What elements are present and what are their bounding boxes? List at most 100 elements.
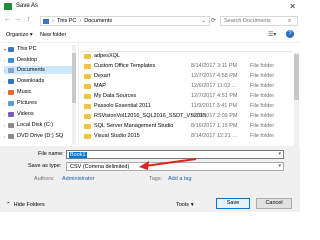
breadcrumb-this-pc[interactable]: This PC: [57, 18, 77, 24]
filename-value[interactable]: Book1: [69, 152, 87, 158]
navigation-pane: ▾ This PC › Desktop › Documents › Downlo…: [0, 43, 79, 146]
file-row-rsvision[interactable]: RSVisionVol12016_SQL2016_SSDT_VS2015 8/2…: [80, 112, 290, 121]
sidebar-item-label: Documents: [17, 67, 45, 73]
file-name: Custom Office Templates: [94, 63, 156, 69]
filename-input[interactable]: Book1 ▾: [66, 150, 284, 159]
filename-dropdown-icon[interactable]: ▾: [278, 151, 281, 157]
file-row-dexart[interactable]: Dexart 12/7/2017 4:58 PM File folder: [80, 72, 290, 81]
save-button[interactable]: Save: [216, 198, 250, 209]
window-title: Save As: [16, 3, 39, 9]
folder-icon: [84, 64, 91, 69]
scrollbar-thumb[interactable]: [294, 54, 299, 100]
folder-icon: [84, 84, 91, 89]
excel-icon: [4, 3, 12, 10]
sidebar-item-label: Videos: [17, 111, 34, 117]
file-row-visual-studio-2015[interactable]: Visual Studio 2015 8/14/2017 12:21 ... F…: [80, 132, 290, 141]
file-date: 12/6/2017 11:02 ...: [191, 83, 237, 89]
savetype-value: CSV (Comma delimited): [70, 164, 130, 170]
file-date: 8/29/2017 2:09 PM: [191, 113, 238, 119]
folder-icon: [84, 54, 91, 59]
help-icon[interactable]: ?: [286, 30, 294, 38]
file-row-custom-office-templates[interactable]: Custom Office Templates 8/14/2017 3:11 P…: [80, 62, 290, 71]
file-name: Dexart: [94, 73, 111, 79]
sidebar-item-videos[interactable]: › Videos: [4, 110, 76, 118]
sidebar-item-label: Pictures: [17, 100, 37, 106]
sidebar-item-documents[interactable]: › Documents: [4, 66, 76, 74]
scrollbar-thumb[interactable]: [72, 53, 76, 103]
folder-icon: [84, 104, 91, 109]
folder-icon: [84, 74, 91, 79]
file-type: File folder: [250, 113, 275, 119]
file-date: 8/16/2017 1:15 PM: [191, 123, 238, 129]
file-type: File folder: [250, 103, 275, 109]
desktop-icon: [8, 57, 14, 63]
column-header-row: [80, 43, 292, 52]
forward-button[interactable]: →: [14, 16, 21, 23]
videos-icon: [8, 111, 14, 117]
title-bar: Save As ✕: [0, 0, 300, 14]
close-button[interactable]: ✕: [289, 2, 296, 11]
file-name: My Data Sources: [94, 93, 137, 99]
cancel-button[interactable]: Cancel: [256, 198, 292, 209]
sidebar-item-label: Local Disk (C:): [17, 122, 54, 128]
sidebar-item-label: This PC: [17, 46, 37, 52]
up-button[interactable]: ↑: [27, 16, 31, 23]
tags-value[interactable]: Add a tag: [168, 176, 192, 182]
file-row-sql-server-management-studio[interactable]: SQL Server Management Studio 8/16/2017 1…: [80, 122, 290, 131]
file-row-map[interactable]: MAP 12/6/2017 11:02 ... File folder: [80, 82, 290, 91]
disk-icon: [8, 122, 14, 128]
file-list: adpesXQL Custom Office Templates 8/14/20…: [80, 43, 292, 146]
sidebar-item-desktop[interactable]: › Desktop: [4, 56, 76, 64]
file-date: 12/7/2017 4:51 PM: [191, 93, 238, 99]
chevron-up-icon: ⌃: [6, 202, 11, 208]
folder-icon: [84, 94, 91, 99]
download-icon: [8, 78, 14, 84]
search-box[interactable]: ⌕: [220, 16, 298, 26]
sidebar-scrollbar[interactable]: [72, 45, 76, 145]
filename-label: File name:: [38, 151, 64, 157]
pictures-icon: [8, 100, 14, 106]
refresh-icon[interactable]: ⟳: [211, 17, 216, 24]
chevron-down-icon: ▾: [190, 202, 194, 208]
file-date: 8/14/2017 12:21 ...: [191, 133, 237, 139]
file-name: MAP: [94, 83, 106, 89]
breadcrumb-documents[interactable]: Documents: [84, 18, 112, 24]
hide-folders-label: Hide Folders: [13, 202, 45, 208]
file-name: SQL Server Management Studio: [94, 123, 174, 129]
sidebar-item-label: DVD Drive (D:) SQ: [17, 133, 64, 139]
folder-icon: [84, 114, 91, 119]
view-options-icon[interactable]: ☰▾: [268, 31, 276, 38]
file-type: File folder: [250, 63, 275, 69]
sidebar-item-dvd-drive[interactable]: › DVD Drive (D:) SQ: [4, 132, 76, 140]
sidebar-item-downloads[interactable]: › Downloads: [4, 77, 76, 85]
savetype-label: Save as type:: [28, 163, 62, 169]
tools-button[interactable]: Tools ▾: [176, 202, 194, 208]
sidebar-item-pictures[interactable]: › Pictures: [4, 99, 76, 107]
savetype-select[interactable]: CSV (Comma delimited) ▾: [66, 162, 284, 171]
file-name: RSVisionVol12016_SQL2016_SSDT_VS2015: [94, 113, 207, 119]
address-row: ← → ↑ › This PC › Documents ⌄ ⟳ ⌕: [0, 14, 300, 28]
file-type: File folder: [250, 83, 275, 89]
sidebar-item-music[interactable]: › Music: [4, 88, 76, 96]
back-button[interactable]: ←: [4, 16, 11, 23]
file-list-scrollbar[interactable]: [294, 52, 299, 146]
address-dropdown-icon[interactable]: ⌄: [201, 18, 206, 24]
hide-folders-button[interactable]: ⌃ Hide Folders: [6, 202, 45, 208]
documents-icon: [8, 67, 14, 73]
file-row-adpesxql[interactable]: adpesXQL: [80, 52, 290, 61]
file-type: File folder: [250, 73, 275, 79]
file-row-my-data-sources[interactable]: My Data Sources 12/7/2017 4:51 PM File f…: [80, 92, 290, 101]
sidebar-item-this-pc[interactable]: ▾ This PC: [4, 45, 76, 53]
sidebar-item-label: Downloads: [17, 78, 45, 84]
computer-icon: [43, 18, 49, 24]
savetype-dropdown-icon[interactable]: ▾: [278, 163, 281, 169]
address-bar[interactable]: › This PC › Documents ⌄: [40, 16, 210, 26]
search-input[interactable]: [221, 18, 288, 24]
file-row-passolo-essential[interactable]: Passolo Essential 2011 11/9/2017 3:41 PM…: [80, 102, 290, 111]
folder-icon: [84, 124, 91, 129]
new-folder-button[interactable]: New folder: [40, 32, 66, 38]
authors-value[interactable]: Administrator: [62, 176, 94, 182]
file-date: 12/7/2017 4:58 PM: [191, 73, 238, 79]
organize-button[interactable]: Organize ▾: [6, 32, 33, 38]
sidebar-item-local-disk[interactable]: › Local Disk (C:): [4, 121, 76, 129]
